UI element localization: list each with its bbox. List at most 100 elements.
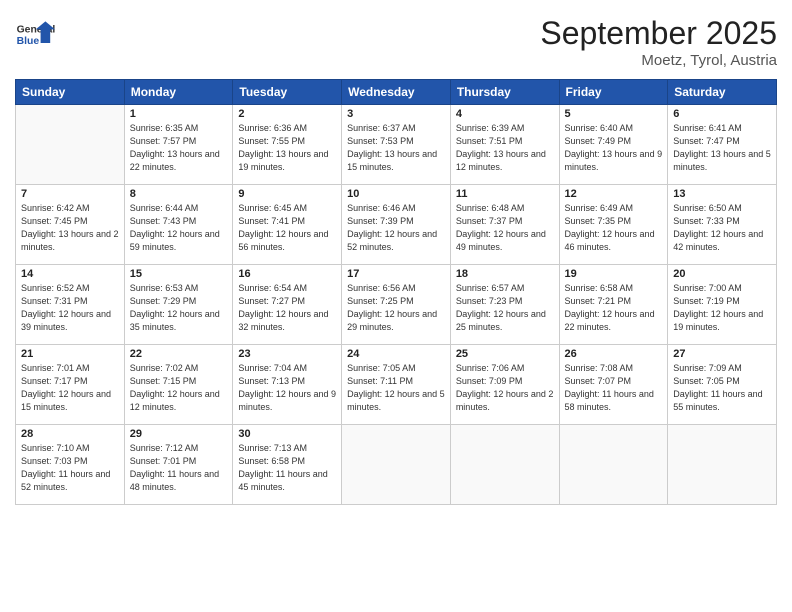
day-info: Sunrise: 7:06 AM Sunset: 7:09 PM Dayligh…	[456, 362, 554, 414]
day-info: Sunrise: 6:50 AM Sunset: 7:33 PM Dayligh…	[673, 202, 771, 254]
day-number: 18	[456, 268, 554, 280]
logo: General Blue	[15, 15, 59, 55]
day-info: Sunrise: 6:35 AM Sunset: 7:57 PM Dayligh…	[130, 122, 228, 174]
day-number: 6	[673, 108, 771, 120]
calendar-cell: 11 Sunrise: 6:48 AM Sunset: 7:37 PM Dayli…	[450, 185, 559, 265]
svg-text:Blue: Blue	[17, 36, 40, 47]
day-info: Sunrise: 7:13 AM Sunset: 6:58 PM Dayligh…	[238, 442, 336, 494]
calendar-cell	[668, 425, 777, 505]
day-info: Sunrise: 6:58 AM Sunset: 7:21 PM Dayligh…	[565, 282, 663, 334]
day-number: 17	[347, 268, 445, 280]
weekday-header-monday: Monday	[124, 80, 233, 105]
calendar-cell: 4Sunrise: 6:39 AM Sunset: 7:51 PM Daylig…	[450, 105, 559, 185]
calendar-cell: 3Sunrise: 6:37 AM Sunset: 7:53 PM Daylig…	[342, 105, 451, 185]
day-info: Sunrise: 7:01 AM Sunset: 7:17 PM Dayligh…	[21, 362, 119, 414]
day-number: 19	[565, 268, 663, 280]
day-info: Sunrise: 6:36 AM Sunset: 7:55 PM Dayligh…	[238, 122, 336, 174]
calendar-cell: 13 Sunrise: 6:50 AM Sunset: 7:33 PM Dayli…	[668, 185, 777, 265]
calendar-cell: 12Sunrise: 6:49 AM Sunset: 7:35 PM Dayli…	[559, 185, 668, 265]
calendar-cell	[450, 425, 559, 505]
calendar-cell: 9 Sunrise: 6:45 AM Sunset: 7:41 PM Daylig…	[233, 185, 342, 265]
weekday-header-sunday: Sunday	[16, 80, 125, 105]
day-number: 20	[673, 268, 771, 280]
day-number: 25	[456, 348, 554, 360]
day-number: 22	[130, 348, 228, 360]
day-number: 21	[21, 348, 119, 360]
day-info: Sunrise: 6:37 AM Sunset: 7:53 PM Dayligh…	[347, 122, 445, 174]
day-info: Sunrise: 7:12 AM Sunset: 7:01 PM Dayligh…	[130, 442, 228, 494]
calendar-cell: 15Sunrise: 6:53 AM Sunset: 7:29 PM Dayli…	[124, 265, 233, 345]
day-info: Sunrise: 6:52 AM Sunset: 7:31 PM Dayligh…	[21, 282, 119, 334]
logo-icon: General Blue	[15, 15, 55, 55]
page: General Blue September 2025 Moetz, Tyrol…	[0, 0, 792, 612]
day-number: 5	[565, 108, 663, 120]
calendar-cell: 14 Sunrise: 6:52 AM Sunset: 7:31 PM Dayli…	[16, 265, 125, 345]
day-info: Sunrise: 6:41 AM Sunset: 7:47 PM Dayligh…	[673, 122, 771, 174]
weekday-header-tuesday: Tuesday	[233, 80, 342, 105]
calendar-cell: 21 Sunrise: 7:01 AM Sunset: 7:17 PM Dayli…	[16, 345, 125, 425]
weekday-header-friday: Friday	[559, 80, 668, 105]
day-info: Sunrise: 7:05 AM Sunset: 7:11 PM Dayligh…	[347, 362, 445, 414]
week-row-2: 7 Sunrise: 6:42 AM Sunset: 7:45 PM Daylig…	[16, 185, 777, 265]
week-row-3: 14 Sunrise: 6:52 AM Sunset: 7:31 PM Dayli…	[16, 265, 777, 345]
day-info: Sunrise: 6:57 AM Sunset: 7:23 PM Dayligh…	[456, 282, 554, 334]
day-number: 13	[673, 188, 771, 200]
day-info: Sunrise: 6:42 AM Sunset: 7:45 PM Dayligh…	[21, 202, 119, 254]
calendar-cell: 30 Sunrise: 7:13 AM Sunset: 6:58 PM Dayli…	[233, 425, 342, 505]
day-number: 9	[238, 188, 336, 200]
day-number: 27	[673, 348, 771, 360]
weekday-header-wednesday: Wednesday	[342, 80, 451, 105]
month-title: September 2025	[540, 15, 777, 52]
week-row-5: 28 Sunrise: 7:10 AM Sunset: 7:03 PM Dayli…	[16, 425, 777, 505]
calendar-cell: 25 Sunrise: 7:06 AM Sunset: 7:09 PM Dayli…	[450, 345, 559, 425]
day-number: 15	[130, 268, 228, 280]
calendar-cell: 24 Sunrise: 7:05 AM Sunset: 7:11 PM Dayli…	[342, 345, 451, 425]
calendar-cell: 19 Sunrise: 6:58 AM Sunset: 7:21 PM Dayli…	[559, 265, 668, 345]
calendar-cell: 6 Sunrise: 6:41 AM Sunset: 7:47 PM Daylig…	[668, 105, 777, 185]
day-info: Sunrise: 6:48 AM Sunset: 7:37 PM Dayligh…	[456, 202, 554, 254]
day-number: 16	[238, 268, 336, 280]
weekday-header-thursday: Thursday	[450, 80, 559, 105]
calendar-cell: 2Sunrise: 6:36 AM Sunset: 7:55 PM Daylig…	[233, 105, 342, 185]
calendar-cell: 28 Sunrise: 7:10 AM Sunset: 7:03 PM Dayli…	[16, 425, 125, 505]
day-number: 1	[130, 108, 228, 120]
title-block: September 2025 Moetz, Tyrol, Austria	[540, 15, 777, 69]
day-info: Sunrise: 6:49 AM Sunset: 7:35 PM Dayligh…	[565, 202, 663, 254]
day-number: 24	[347, 348, 445, 360]
calendar-cell	[559, 425, 668, 505]
calendar-cell: 18 Sunrise: 6:57 AM Sunset: 7:23 PM Dayli…	[450, 265, 559, 345]
day-info: Sunrise: 7:10 AM Sunset: 7:03 PM Dayligh…	[21, 442, 119, 494]
weekday-header-saturday: Saturday	[668, 80, 777, 105]
day-info: Sunrise: 7:02 AM Sunset: 7:15 PM Dayligh…	[130, 362, 228, 414]
day-info: Sunrise: 6:46 AM Sunset: 7:39 PM Dayligh…	[347, 202, 445, 254]
calendar-cell: 29Sunrise: 7:12 AM Sunset: 7:01 PM Dayli…	[124, 425, 233, 505]
week-row-1: 1 Sunrise: 6:35 AM Sunset: 7:57 PM Daylig…	[16, 105, 777, 185]
day-number: 28	[21, 428, 119, 440]
calendar-cell: 10Sunrise: 6:46 AM Sunset: 7:39 PM Dayli…	[342, 185, 451, 265]
calendar-cell: 20 Sunrise: 7:00 AM Sunset: 7:19 PM Dayli…	[668, 265, 777, 345]
calendar-cell: 16 Sunrise: 6:54 AM Sunset: 7:27 PM Dayli…	[233, 265, 342, 345]
calendar: SundayMondayTuesdayWednesdayThursdayFrid…	[15, 79, 777, 505]
day-number: 26	[565, 348, 663, 360]
day-info: Sunrise: 7:00 AM Sunset: 7:19 PM Dayligh…	[673, 282, 771, 334]
day-info: Sunrise: 6:45 AM Sunset: 7:41 PM Dayligh…	[238, 202, 336, 254]
day-number: 14	[21, 268, 119, 280]
calendar-cell: 17 Sunrise: 6:56 AM Sunset: 7:25 PM Dayli…	[342, 265, 451, 345]
calendar-cell: 23Sunrise: 7:04 AM Sunset: 7:13 PM Dayli…	[233, 345, 342, 425]
calendar-cell: 7 Sunrise: 6:42 AM Sunset: 7:45 PM Daylig…	[16, 185, 125, 265]
calendar-cell	[342, 425, 451, 505]
day-info: Sunrise: 6:56 AM Sunset: 7:25 PM Dayligh…	[347, 282, 445, 334]
day-info: Sunrise: 6:44 AM Sunset: 7:43 PM Dayligh…	[130, 202, 228, 254]
day-info: Sunrise: 6:54 AM Sunset: 7:27 PM Dayligh…	[238, 282, 336, 334]
week-row-4: 21 Sunrise: 7:01 AM Sunset: 7:17 PM Dayli…	[16, 345, 777, 425]
location: Moetz, Tyrol, Austria	[540, 52, 777, 69]
weekday-header-row: SundayMondayTuesdayWednesdayThursdayFrid…	[16, 80, 777, 105]
calendar-cell: 1 Sunrise: 6:35 AM Sunset: 7:57 PM Daylig…	[124, 105, 233, 185]
calendar-cell: 26 Sunrise: 7:08 AM Sunset: 7:07 PM Dayli…	[559, 345, 668, 425]
day-number: 30	[238, 428, 336, 440]
day-info: Sunrise: 7:08 AM Sunset: 7:07 PM Dayligh…	[565, 362, 663, 414]
day-number: 23	[238, 348, 336, 360]
day-number: 11	[456, 188, 554, 200]
calendar-cell: 8Sunrise: 6:44 AM Sunset: 7:43 PM Daylig…	[124, 185, 233, 265]
day-number: 7	[21, 188, 119, 200]
